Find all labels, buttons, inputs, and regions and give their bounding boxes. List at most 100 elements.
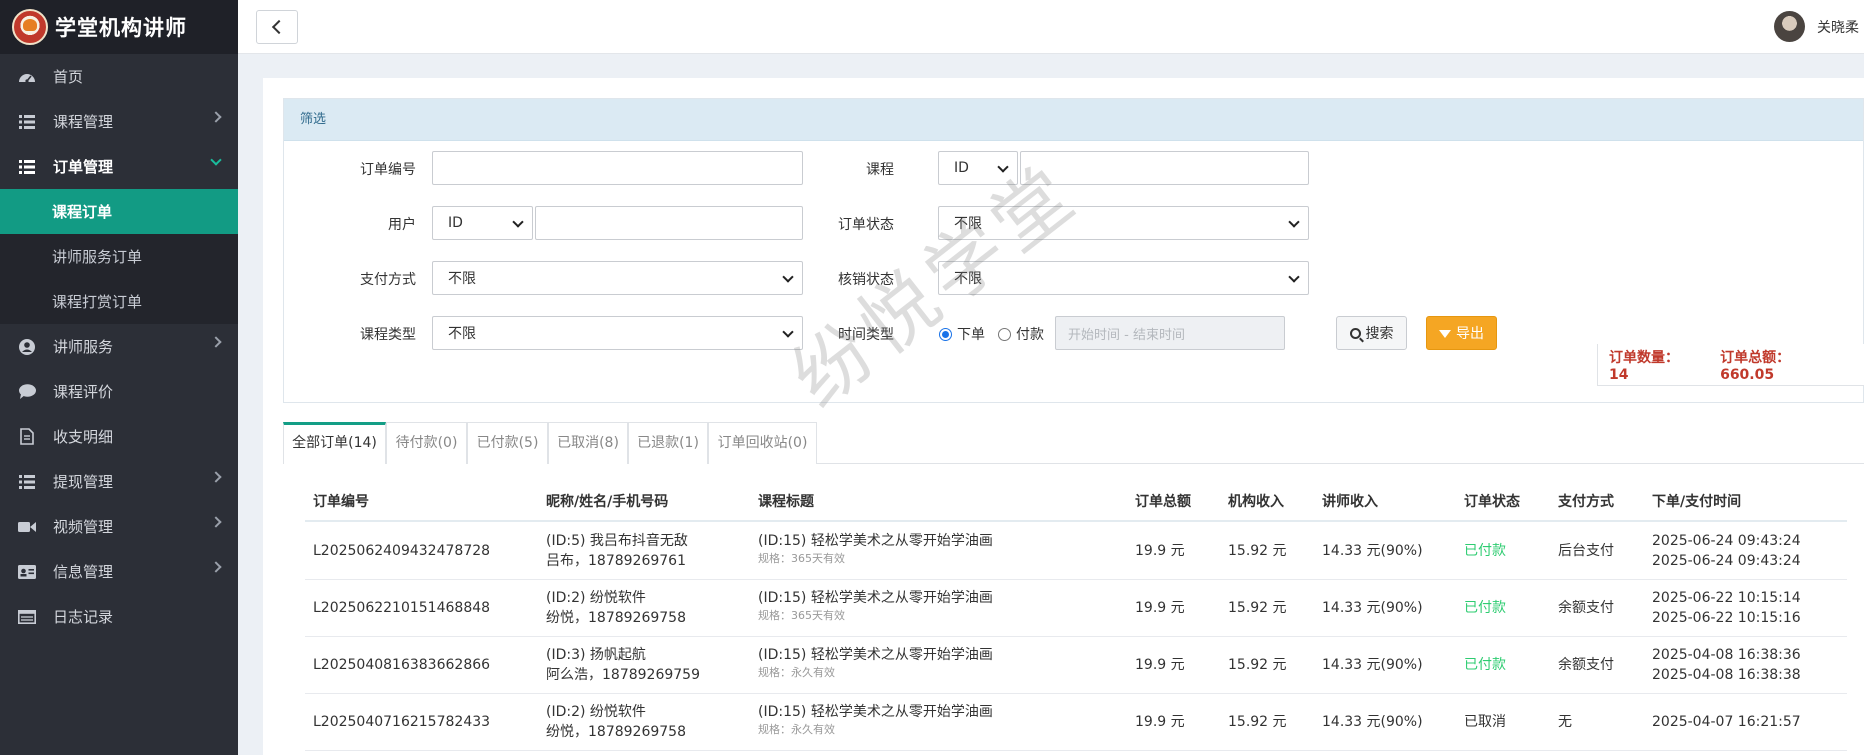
table-row[interactable]: L2025062409432478728 (ID:5) 我吕布抖音无敌 吕布，18… [305, 523, 1847, 580]
user-cell: (ID:3) 扬帆起航 阿么浩，18789269759 [546, 647, 700, 683]
user-cell: (ID:5) 我吕布抖音无敌 吕布，18789269761 [546, 533, 688, 569]
column-header[interactable]: 课程标题 [758, 491, 814, 511]
user-circle-icon [18, 338, 36, 356]
order-summary: 订单数量：14 订单总额：660.05 [1597, 344, 1864, 386]
status-badge: 已取消 [1464, 714, 1506, 730]
order-no-input[interactable] [432, 151, 803, 185]
tab-pending-payment[interactable]: 待付款(0) [386, 422, 467, 464]
order-total-cell: 19.9 元 [1135, 600, 1185, 616]
top-bar: 关晓柔 [238, 0, 1864, 54]
brand[interactable]: 学堂机构讲师 [0, 0, 238, 54]
course-type-label: 课程类型 [360, 327, 416, 343]
sidebar-item-income-expense[interactable]: 收支明细 [0, 414, 238, 459]
sidebar-item-label: 课程管理 [53, 113, 114, 131]
tab-recycle-bin[interactable]: 订单回收站(0) [708, 422, 817, 464]
time-type-pay-radio[interactable] [998, 328, 1011, 341]
document-icon [18, 428, 36, 446]
tab-all-orders[interactable]: 全部订单(14) [283, 422, 386, 464]
brand-title: 学堂机构讲师 [55, 16, 187, 40]
pay-method-label: 支付方式 [360, 272, 416, 288]
course-id-select[interactable]: ID [938, 151, 1018, 185]
teacher-income-cell: 14.33 元(90%) [1322, 714, 1423, 730]
submenu-item-course-orders[interactable]: 课程订单 [0, 189, 238, 234]
comment-icon [18, 383, 36, 401]
search-icon [1349, 327, 1361, 339]
sidebar-item-teacher-service[interactable]: 讲师服务 [0, 324, 238, 369]
time-type-pay-label: 付款 [1016, 327, 1044, 343]
column-header[interactable]: 讲师收入 [1322, 491, 1378, 511]
order-no[interactable]: L2025040816383662866 [313, 655, 490, 675]
order-total-cell: 19.9 元 [1135, 657, 1185, 673]
sidebar-item-order-management[interactable]: 订单管理 [0, 144, 238, 189]
column-header[interactable]: 机构收入 [1228, 491, 1284, 511]
order-status-label: 订单状态 [838, 217, 894, 233]
column-header[interactable]: 订单状态 [1464, 491, 1520, 511]
verify-status-select[interactable]: 不限 [938, 261, 1309, 295]
course-input[interactable] [1020, 151, 1309, 185]
time-range-input[interactable]: 开始时间 - 结束时间 [1055, 316, 1285, 350]
avatar[interactable] [1774, 11, 1805, 42]
table-row[interactable]: L2025062210151468848 (ID:2) 纷悦软件 纷悦，18789… [305, 580, 1847, 637]
sidebar-item-course-reviews[interactable]: 课程评价 [0, 369, 238, 414]
pay-method-select[interactable]: 不限 [432, 261, 803, 295]
course-label: 课程 [866, 162, 894, 178]
order-no-label: 订单编号 [360, 162, 416, 178]
tab-paid[interactable]: 已付款(5) [467, 422, 548, 464]
org-income-cell: 15.92 元 [1228, 600, 1287, 616]
tab-refunded[interactable]: 已退款(1) [628, 422, 708, 464]
time-cell: 2025-06-24 09:43:24 2025-06-24 09:43:24 [1652, 533, 1801, 569]
order-total-cell: 19.9 元 [1135, 543, 1185, 559]
list-icon [18, 158, 36, 176]
column-header[interactable]: 订单总额 [1135, 491, 1191, 511]
table-row[interactable]: L2025040716215782433 (ID:2) 纷悦软件 纷悦，18789… [305, 694, 1847, 751]
sidebar-item-course-management[interactable]: 课程管理 [0, 99, 238, 144]
log-icon [18, 608, 36, 626]
course-cell: (ID:15) 轻松学美术之从零开始学油画 规格：365天有效 [758, 533, 993, 565]
tab-cancelled[interactable]: 已取消(8) [548, 422, 628, 464]
status-badge: 已付款 [1464, 600, 1506, 616]
sidebar-item-home[interactable]: 首页 [0, 54, 238, 99]
table-row[interactable]: L2025040816383662866 (ID:3) 扬帆起航 阿么浩，1878… [305, 637, 1847, 694]
column-header[interactable]: 订单编号 [313, 491, 369, 511]
sidebar-item-video-management[interactable]: 视频管理 [0, 504, 238, 549]
user-cell: (ID:2) 纷悦软件 纷悦，18789269758 [546, 590, 686, 626]
chevron-right-icon [210, 561, 222, 573]
order-status-select[interactable]: 不限 [938, 206, 1309, 240]
sidebar-item-label: 日志记录 [53, 608, 114, 626]
column-header[interactable]: 支付方式 [1558, 491, 1614, 511]
order-no[interactable]: L2025062409432478728 [313, 541, 490, 561]
sidebar-item-label: 讲师服务 [53, 338, 114, 356]
sidebar-item-label: 信息管理 [53, 563, 114, 581]
pay-method-cell: 余额支付 [1558, 657, 1614, 673]
order-submenu: 课程订单 讲师服务订单 课程打赏订单 [0, 189, 238, 324]
user-id-select[interactable]: ID [432, 206, 533, 240]
time-type-order-label: 下单 [957, 327, 985, 343]
export-button[interactable]: 导出 [1426, 316, 1497, 350]
chevron-right-icon [210, 471, 222, 483]
list-icon [18, 113, 36, 131]
list-icon [18, 473, 36, 491]
order-no[interactable]: L2025062210151468848 [313, 598, 490, 618]
sidebar-item-label: 首页 [53, 68, 84, 86]
sidebar-item-logs[interactable]: 日志记录 [0, 594, 238, 639]
time-type-order-radio[interactable] [939, 328, 952, 341]
chevron-right-icon [210, 336, 222, 348]
sidebar-item-label: 订单管理 [53, 158, 114, 176]
column-header[interactable]: 昵称/姓名/手机号码 [546, 491, 668, 511]
time-cell: 2025-04-07 16:21:57 [1652, 714, 1801, 730]
submenu-item-teacher-service-orders[interactable]: 讲师服务订单 [0, 234, 238, 279]
order-count: 订单数量：14 [1609, 349, 1679, 383]
time-cell: 2025-04-08 16:38:36 2025-04-08 16:38:38 [1652, 647, 1801, 683]
submenu-item-course-tip-orders[interactable]: 课程打赏订单 [0, 279, 238, 324]
user-name[interactable]: 关晓柔 [1817, 17, 1859, 37]
course-type-select[interactable]: 不限 [432, 316, 803, 350]
download-icon [1439, 330, 1451, 338]
pay-method-cell: 无 [1558, 714, 1572, 730]
time-cell: 2025-06-22 10:15:14 2025-06-22 10:15:16 [1652, 590, 1801, 626]
search-button[interactable]: 搜索 [1336, 316, 1407, 350]
back-button[interactable] [256, 10, 298, 44]
column-header[interactable]: 下单/支付时间 [1652, 491, 1741, 511]
order-no[interactable]: L2025040716215782433 [313, 712, 490, 732]
sidebar-item-withdrawal[interactable]: 提现管理 [0, 459, 238, 504]
sidebar-item-info-management[interactable]: 信息管理 [0, 549, 238, 594]
